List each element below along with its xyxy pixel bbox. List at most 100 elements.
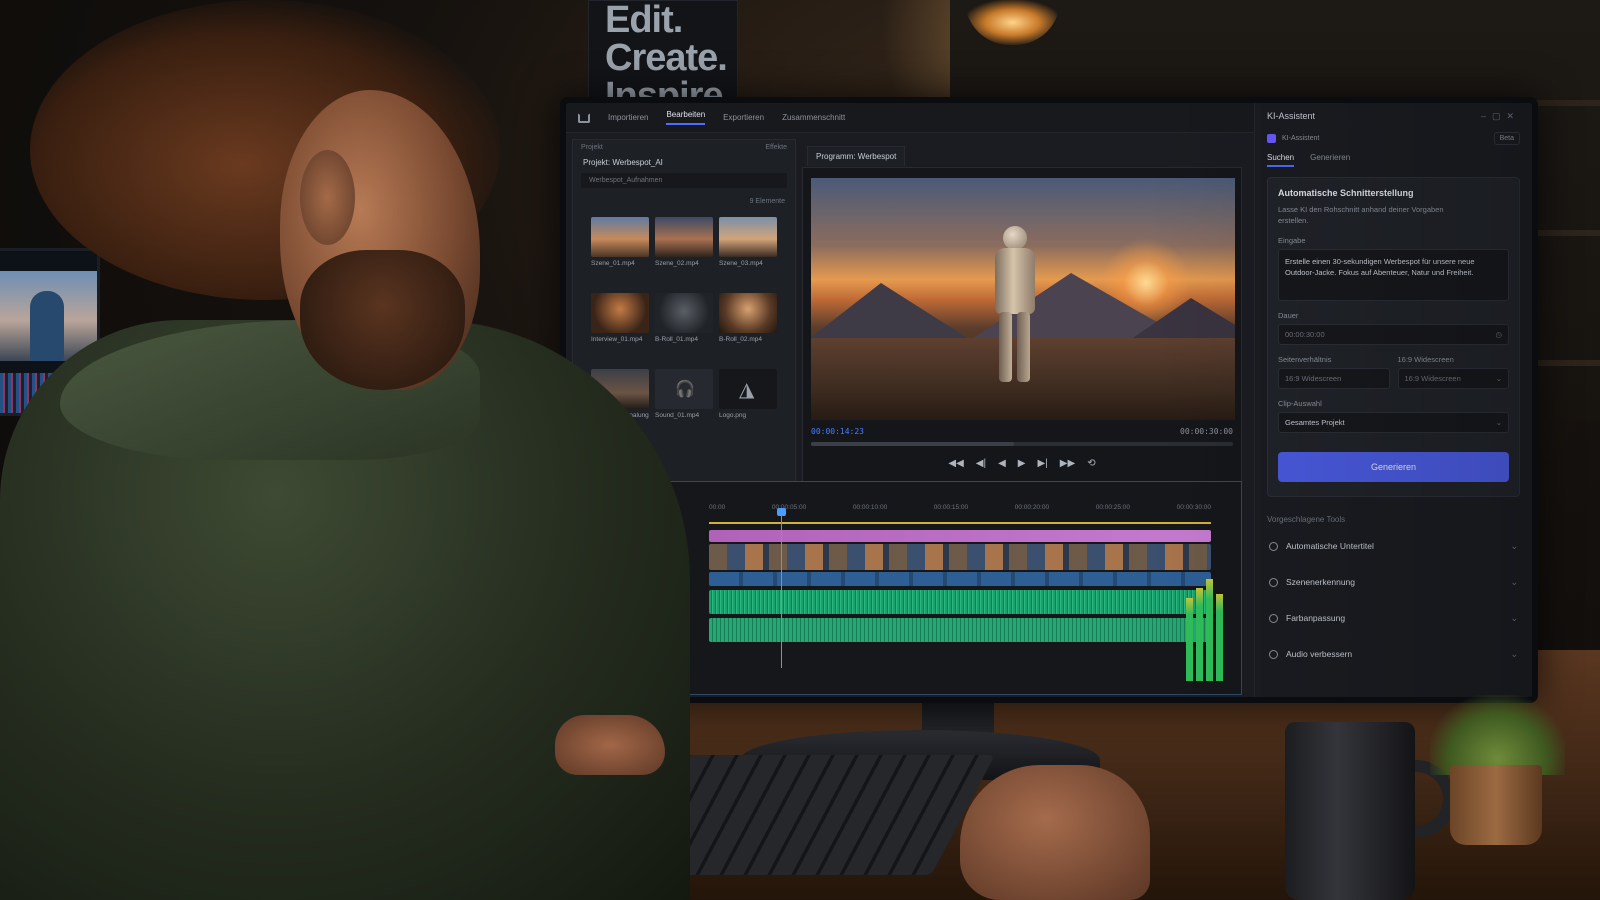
poster-line: Create. (605, 37, 728, 79)
project-name: Projekt: Werbespot_AI (583, 158, 663, 167)
duration-field[interactable]: 00:00:30:00 ◷ (1278, 324, 1509, 345)
audio-clip-track[interactable] (709, 590, 1211, 614)
clip-grid: Szene_01.mp4 Szene_02.mp4 Szene_03.mp4 I… (573, 211, 795, 425)
item-count: 9 Elemente (749, 198, 785, 205)
side-monitor-figure (30, 291, 64, 361)
leg (999, 312, 1012, 382)
clip-label: Musik_Untermalung (591, 412, 649, 419)
person-ear (300, 150, 355, 245)
playhead[interactable] (777, 508, 786, 668)
aspect-labels: Seitenverhältnis 16:9 Widescreen (1278, 345, 1509, 364)
clip-item[interactable]: Interview_01.mp4 (591, 293, 649, 343)
tool-color-adjust[interactable]: Farbanpassung ⌄ (1255, 600, 1532, 636)
frame-back-icon[interactable]: ◀ (998, 458, 1006, 469)
timeline-panel: Werbespot 00:00:14:23 V3 V2 V1 A1 A2 A3 … (596, 481, 1242, 695)
shirt-collar (60, 320, 480, 460)
current-timecode[interactable]: 00:00:14:23 (811, 427, 864, 436)
aspect-select[interactable]: 16:9 Widescreen ⌄ (1397, 368, 1509, 389)
right-hand (960, 765, 1150, 900)
prompt-input[interactable]: Erstelle einen 30-sekundigen Werbespot f… (1278, 249, 1509, 301)
video-preview[interactable] (811, 178, 1235, 420)
track-header[interactable]: V1 (603, 562, 703, 580)
track-header[interactable]: V2 (603, 544, 703, 562)
clip-item[interactable]: Szene_02.mp4 (655, 217, 713, 267)
ai-panel-title: KI-Assistent (1267, 111, 1316, 121)
project-search-input[interactable]: Werbespot_Aufnahmen (581, 173, 787, 188)
step-forward-icon[interactable]: ▶| (1038, 458, 1048, 469)
aspect-field-left[interactable]: 16:9 Widescreen (1278, 368, 1390, 389)
home-icon[interactable] (578, 112, 590, 123)
side-monitor-waveform (0, 373, 97, 413)
loop-icon[interactable]: ⟲ (1087, 458, 1095, 469)
clip-item[interactable]: Szene_03.mp4 (719, 217, 777, 267)
window-controls[interactable]: –▢✕ (1481, 111, 1520, 122)
clock-icon: ◷ (1495, 330, 1502, 339)
chevron-down-icon: ⌄ (1495, 374, 1502, 383)
clip-selection-select[interactable]: Gesamtes Projekt ⌄ (1278, 412, 1509, 433)
project-tab[interactable]: Projekt (581, 144, 603, 152)
track-header[interactable]: V3 (603, 526, 703, 544)
clip-label: Szene_01.mp4 (591, 260, 635, 267)
tool-audio-enhance[interactable]: Audio verbessern ⌄ (1255, 636, 1532, 672)
clip-label: B-Roll_01.mp4 (655, 336, 698, 343)
timeline-sequence-name[interactable]: Werbespot (597, 482, 1241, 495)
video-clip-track[interactable] (709, 544, 1211, 570)
track-header[interactable]: A1 (603, 580, 703, 598)
scrub-bar[interactable] (811, 442, 1233, 446)
video-thumbnail (719, 217, 777, 257)
ruler-tick: 00:00 (709, 504, 726, 511)
step-back-icon[interactable]: ◀| (976, 458, 986, 469)
chevron-down-icon: ⌄ (1495, 418, 1502, 427)
clip-item[interactable]: Szene_01.mp4 (591, 217, 649, 267)
ruler-tick: 00:00:20:00 (1014, 504, 1050, 511)
menu-bearbeiten[interactable]: Bearbeiten (666, 110, 706, 125)
aspect-value: 16:9 Widescreen (1404, 374, 1461, 383)
aspect-label-2: 16:9 Widescreen (1397, 355, 1454, 364)
track-header[interactable]: A2 (603, 598, 703, 616)
chevron-down-icon: ⌄ (1510, 648, 1518, 659)
person-beard (300, 250, 465, 390)
timeline-timecode[interactable]: 00:00:14:23 (603, 500, 663, 510)
rewind-icon[interactable]: ◀◀ (948, 458, 963, 469)
ruler-tick: 00:00:15:00 (933, 504, 969, 511)
video-thumbnail (591, 217, 649, 257)
keyboard (531, 755, 995, 875)
video-thumbnail (591, 369, 649, 409)
clip-item[interactable]: B-Roll_02.mp4 (719, 293, 777, 343)
track-name: V1 (623, 567, 632, 575)
clip-item[interactable]: Logo.png (719, 369, 777, 419)
tool-scene-detection[interactable]: Szenenerkennung ⌄ (1255, 564, 1532, 600)
video-clip-track-2[interactable] (709, 572, 1211, 586)
plant-pot (1450, 765, 1542, 845)
menu-exportieren[interactable]: Exportieren (723, 113, 764, 122)
track-header[interactable]: A3 (603, 616, 703, 634)
tab-suchen[interactable]: Suchen (1267, 153, 1295, 167)
poster-line: Edit. (605, 0, 683, 41)
generate-button[interactable]: Generieren (1278, 452, 1509, 482)
clip-item[interactable]: B-Roll_01.mp4 (655, 293, 713, 343)
person-face (280, 90, 480, 390)
title-clip[interactable] (709, 530, 1211, 542)
work-area-bar[interactable] (709, 522, 1211, 524)
audio-clip-track-2[interactable] (709, 618, 1211, 642)
effects-tab[interactable]: Effekte (765, 144, 787, 152)
scene-icon (1269, 577, 1278, 587)
play-icon[interactable]: ▶ (1018, 458, 1026, 469)
chevron-down-icon: ⌄ (1510, 612, 1518, 623)
program-tab[interactable]: Programm: Werbespot (807, 146, 906, 166)
ai-sparkle-icon (1267, 134, 1276, 143)
ruler-tick: 00:00:25:00 (1095, 504, 1131, 511)
clip-item[interactable]: Musik_Untermalung (591, 369, 649, 419)
tool-auto-subtitles[interactable]: Automatische Untertitel ⌄ (1255, 528, 1532, 564)
clip-item[interactable]: Sound_01.mp4 (655, 369, 713, 419)
video-thumbnail (655, 217, 713, 257)
chevron-down-icon: ⌄ (1510, 576, 1518, 587)
menu-importieren[interactable]: Importieren (608, 113, 648, 122)
program-monitor: Programm: Werbespot 00:00:14:23 00:00:30… (802, 146, 1242, 497)
menu-zusammenschnitt[interactable]: Zusammenschnitt (782, 113, 845, 122)
fast-forward-icon[interactable]: ▶▶ (1060, 458, 1075, 469)
clip-label: Szene_02.mp4 (655, 260, 699, 267)
track-name: A3 (623, 621, 632, 629)
ai-subheader: KI-Assistent Beta (1255, 130, 1532, 147)
tab-generieren[interactable]: Generieren (1310, 153, 1350, 167)
